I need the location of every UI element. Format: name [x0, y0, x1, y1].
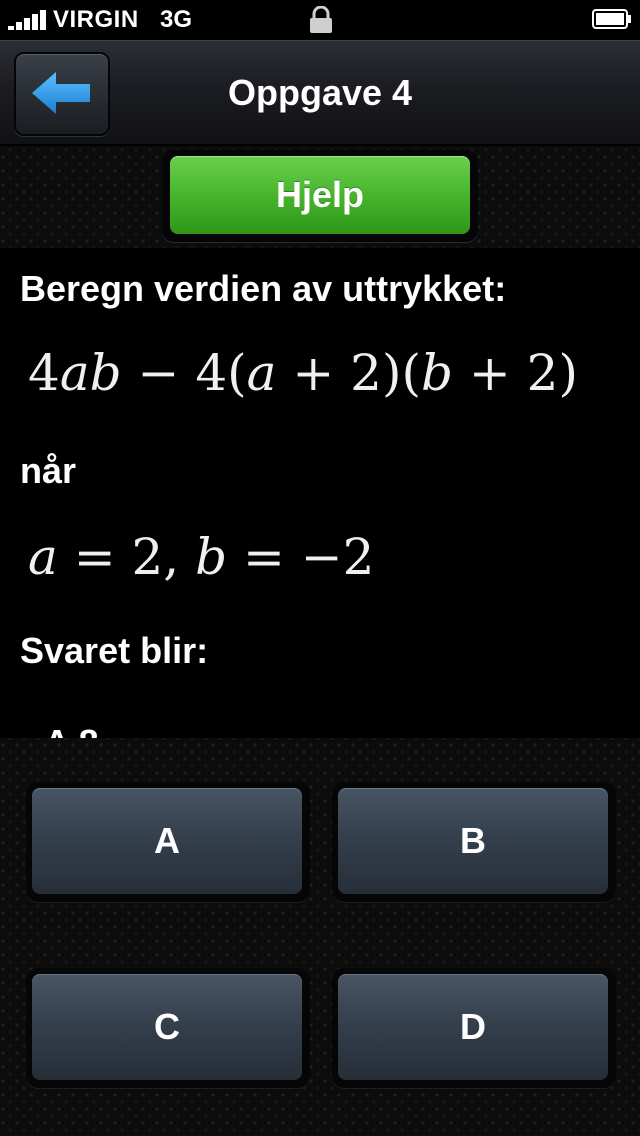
- expression-part: + 2)(: [276, 344, 421, 402]
- condition-expression: a = 2, b = −2: [28, 528, 375, 586]
- when-label: når: [20, 450, 77, 491]
- carrier-name: VIRGIN: [53, 6, 139, 33]
- condition-part: = −2: [227, 528, 375, 586]
- condition-variable: a: [28, 528, 58, 586]
- answer-b-frame: B: [332, 782, 616, 902]
- expression-part: 4: [28, 344, 60, 402]
- answer-d-frame: D: [332, 968, 616, 1088]
- question-prompt: Beregn verdien av uttrykket:: [20, 268, 507, 309]
- condition-variable: b: [195, 528, 228, 586]
- signal-strength-icon: [8, 10, 48, 30]
- back-button[interactable]: [14, 52, 110, 136]
- expression-part: + 2): [452, 344, 578, 402]
- expression-variable: a: [246, 344, 277, 402]
- back-arrow-icon: [32, 72, 90, 114]
- answer-d-button[interactable]: D: [338, 974, 608, 1080]
- condition-part: = 2,: [57, 528, 196, 586]
- help-button-frame: Hjelp: [162, 150, 478, 242]
- navigation-bar: Oppgave 4: [0, 40, 640, 146]
- answer-c-button[interactable]: C: [32, 974, 302, 1080]
- answer-b-button[interactable]: B: [338, 788, 608, 894]
- answer-a-frame: A: [26, 782, 310, 902]
- question-content: Beregn verdien av uttrykket: 4ab − 4(a +…: [0, 248, 640, 738]
- first-option-peek: A 8: [44, 722, 99, 738]
- page-title: Oppgave 4: [227, 72, 413, 113]
- battery-icon: [592, 9, 631, 29]
- expression-part: − 4(: [121, 344, 247, 402]
- expression-variable: b: [420, 344, 453, 402]
- answer-c-frame: C: [26, 968, 310, 1088]
- answer-a-button[interactable]: A: [32, 788, 302, 894]
- status-bar: VIRGIN 3G: [0, 0, 640, 40]
- answer-label: Svaret blir:: [20, 630, 209, 671]
- math-expression: 4ab − 4(a + 2)(b + 2): [28, 344, 578, 402]
- lock-icon: [310, 6, 332, 33]
- expression-variable: ab: [59, 344, 122, 402]
- help-button[interactable]: Hjelp: [170, 156, 470, 234]
- network-type: 3G: [160, 6, 193, 33]
